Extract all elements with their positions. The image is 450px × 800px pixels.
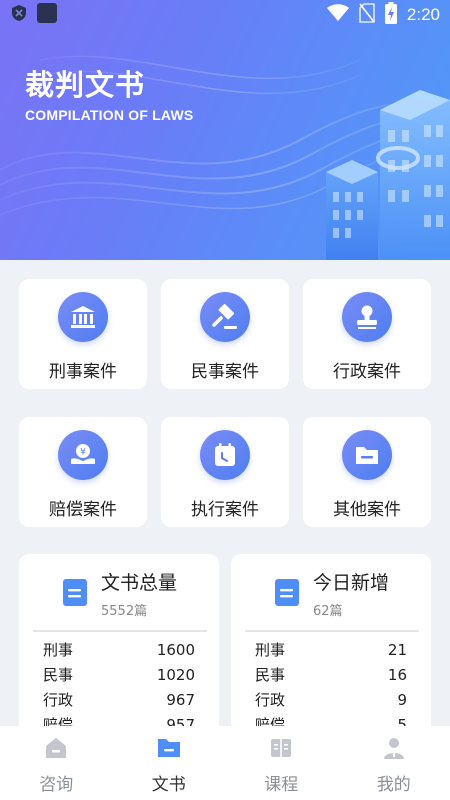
nav-tab-courses[interactable]: 课程 <box>225 726 338 800</box>
stats-row-value: 1600 <box>156 641 195 659</box>
nav-label: 课程 <box>264 775 299 795</box>
category-card-civil[interactable]: 民事案件 <box>161 279 289 389</box>
page-subtitle: COMPILATION OF LAWS <box>25 107 194 123</box>
status-time: 2:20 <box>406 5 440 24</box>
wifi-icon <box>326 3 349 27</box>
book-icon <box>269 736 293 764</box>
category-label: 民事案件 <box>191 362 259 382</box>
stats-row-name: 行政 <box>255 691 286 709</box>
folder-tab-icon <box>157 736 181 764</box>
no-sim-icon <box>359 2 375 28</box>
seal-stamp-icon <box>342 292 392 342</box>
nav-tab-documents[interactable]: 文书 <box>113 726 226 800</box>
stats-row: 刑事 21 <box>255 638 407 663</box>
stats-row: 民事 16 <box>255 663 407 688</box>
stats-count: 62篇 <box>313 604 343 619</box>
category-card-other[interactable]: 其他案件 <box>303 417 431 527</box>
stats-row: 刑事 1600 <box>43 638 195 663</box>
divider <box>33 630 207 632</box>
stats-row-name: 民事 <box>43 666 74 684</box>
gavel-icon <box>200 292 250 342</box>
stats-row: 民事 1020 <box>43 663 195 688</box>
stats-row: 行政 967 <box>43 688 195 713</box>
stats-row-value: 9 <box>397 691 407 709</box>
stats-row-name: 行政 <box>43 691 74 709</box>
stats-title: 今日新增 <box>313 572 390 594</box>
home-icon <box>44 736 68 764</box>
app-notification-icon <box>36 2 58 28</box>
category-card-administrative[interactable]: 行政案件 <box>303 279 431 389</box>
stats-panel-total[interactable]: 文书总量 5552篇 刑事 1600 民事 1020 行政 967 赔偿 957 <box>19 554 219 754</box>
folder-icon <box>342 430 392 480</box>
nav-label: 咨询 <box>39 775 74 795</box>
stats-row-name: 刑事 <box>43 641 74 659</box>
stats-title: 文书总量 <box>101 572 178 594</box>
svg-text:¥: ¥ <box>80 448 86 458</box>
nav-label: 文书 <box>151 775 186 795</box>
category-label: 刑事案件 <box>49 362 117 382</box>
money-hand-icon: ¥ <box>58 430 108 480</box>
shield-icon <box>10 4 28 26</box>
divider <box>245 630 419 632</box>
stats-row-value: 16 <box>387 666 407 684</box>
category-card-execution[interactable]: 执行案件 <box>161 417 289 527</box>
calendar-icon <box>200 430 250 480</box>
banner-decoration <box>0 55 450 260</box>
stats-row-value: 21 <box>387 641 407 659</box>
stats-row-name: 民事 <box>255 666 286 684</box>
stats-panel-today[interactable]: 今日新增 62篇 刑事 21 民事 16 行政 9 赔偿 5 <box>231 554 431 754</box>
page-title: 裁判文书 <box>25 68 146 102</box>
category-label: 行政案件 <box>333 362 401 382</box>
stats-row: 行政 9 <box>255 688 407 713</box>
category-label: 赔偿案件 <box>49 500 117 520</box>
category-label: 执行案件 <box>191 500 259 520</box>
stats-row-value: 967 <box>166 691 195 709</box>
document-icon <box>63 579 89 611</box>
nav-tab-consult[interactable]: 咨询 <box>0 726 113 800</box>
user-icon <box>382 736 406 764</box>
category-card-criminal[interactable]: 刑事案件 <box>19 279 147 389</box>
nav-label: 我的 <box>376 775 411 795</box>
header-banner: 裁判文书 COMPILATION OF LAWS <box>0 0 450 260</box>
bottom-nav: 咨询 文书 课程 我的 <box>0 726 450 800</box>
nav-tab-mine[interactable]: 我的 <box>338 726 450 800</box>
status-bar: 2:20 <box>0 0 450 30</box>
stats-row-name: 刑事 <box>255 641 286 659</box>
document-icon <box>275 579 301 611</box>
stats-count: 5552篇 <box>101 604 148 619</box>
bank-icon <box>58 292 108 342</box>
category-label: 其他案件 <box>333 500 401 520</box>
category-card-compensation[interactable]: ¥ 赔偿案件 <box>19 417 147 527</box>
battery-charging-icon <box>384 1 397 29</box>
stats-row-value: 1020 <box>156 666 195 684</box>
